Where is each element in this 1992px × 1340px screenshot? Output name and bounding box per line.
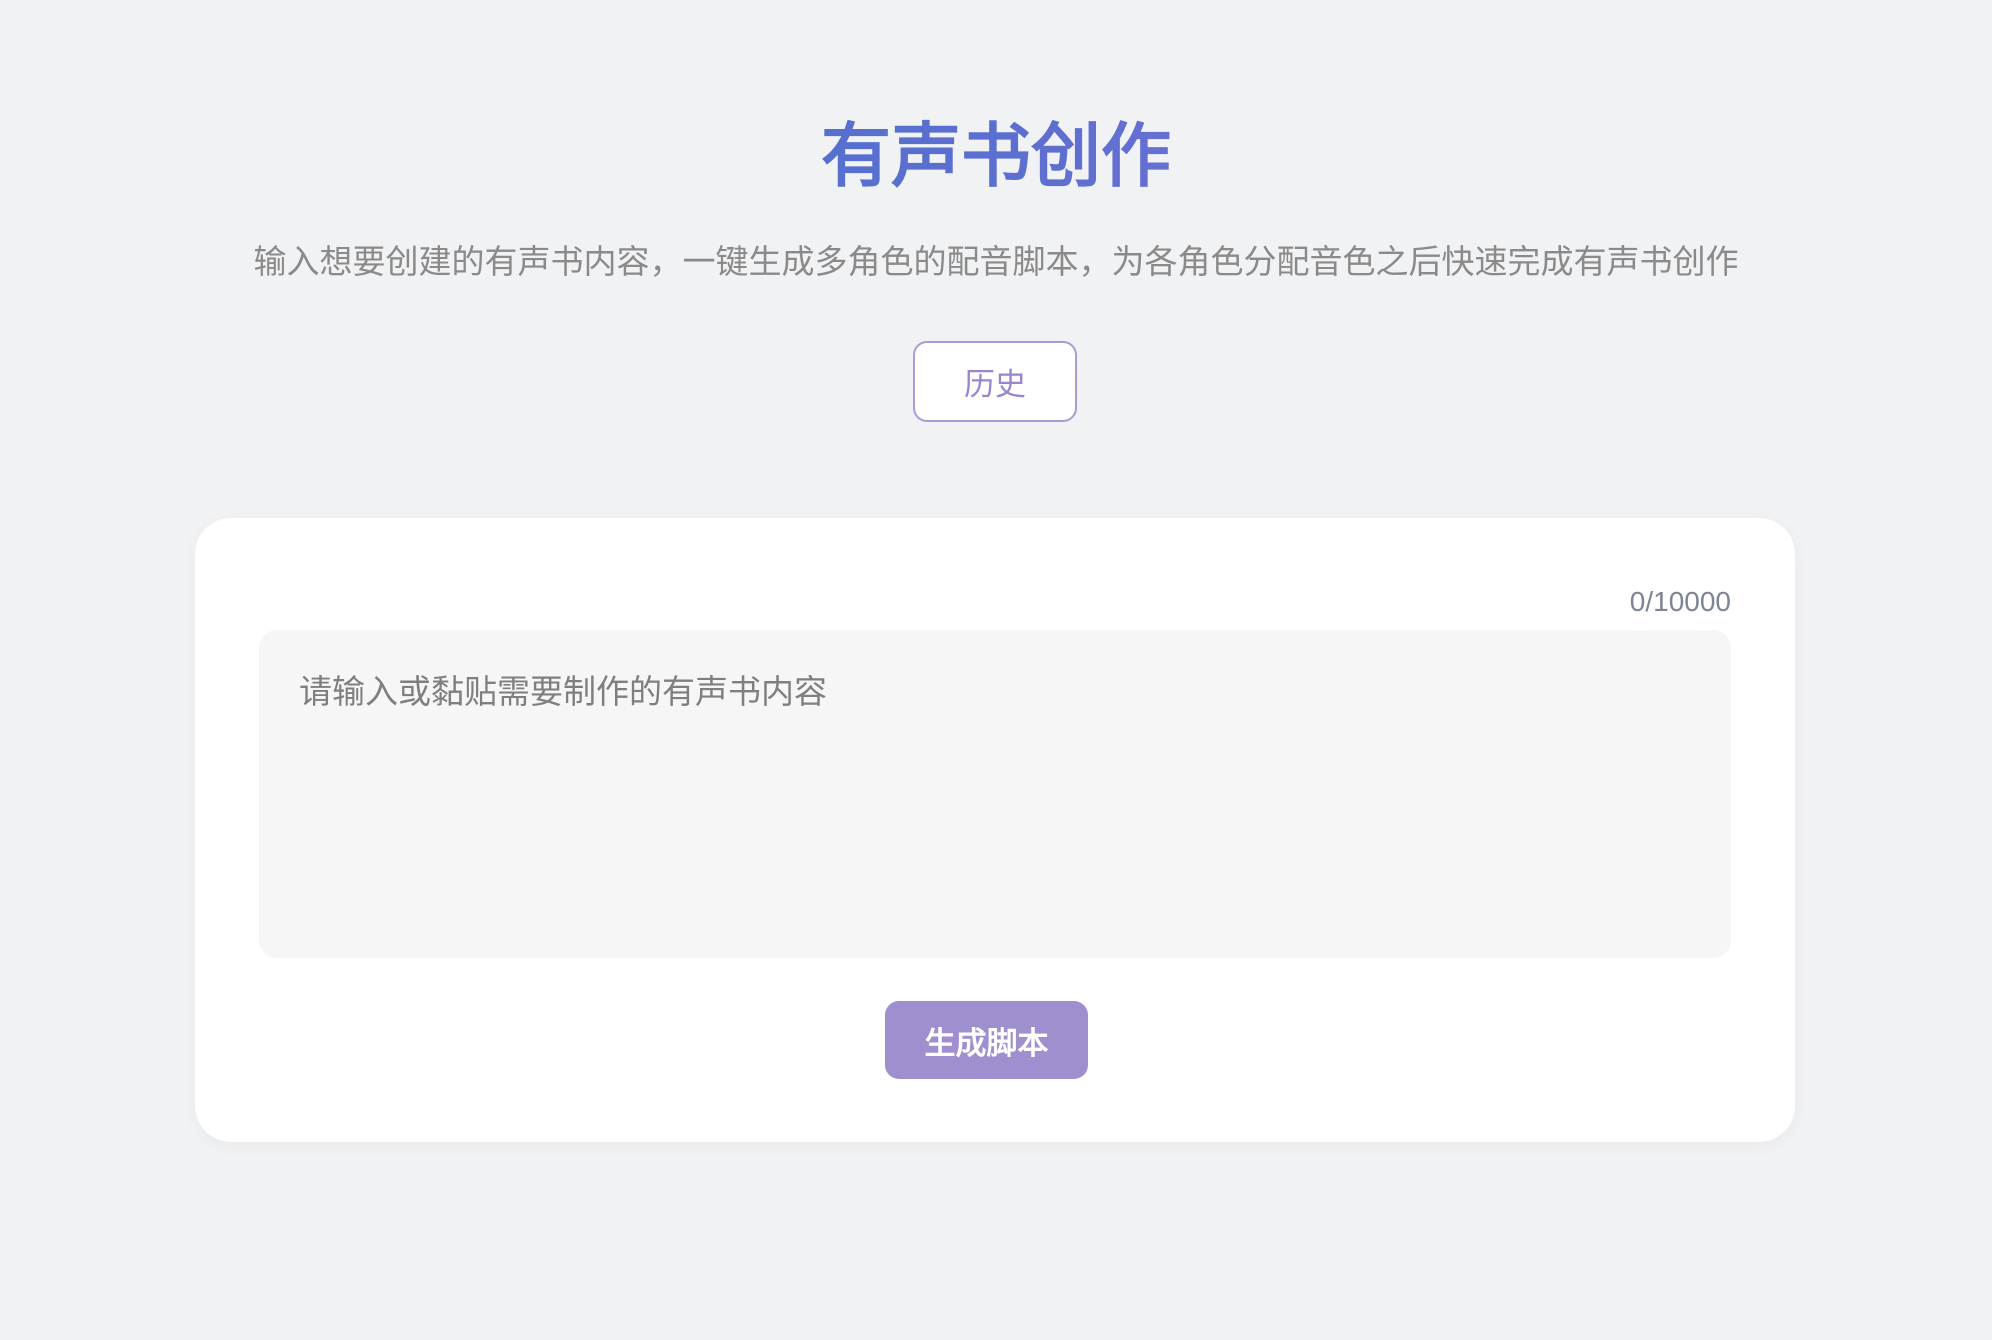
editor-card: 0/10000 生成脚本 bbox=[195, 518, 1795, 1142]
page-subtitle: 输入想要创建的有声书内容，一键生成多角色的配音脚本，为各角色分配音色之后快速完成… bbox=[253, 242, 1739, 281]
content-textarea[interactable] bbox=[259, 630, 1731, 958]
page-title: 有声书创作 bbox=[0, 110, 1992, 202]
generate-script-button[interactable]: 生成脚本 bbox=[885, 1001, 1088, 1079]
character-counter: 0/10000 bbox=[1629, 586, 1731, 617]
history-button[interactable]: 历史 bbox=[913, 341, 1077, 422]
